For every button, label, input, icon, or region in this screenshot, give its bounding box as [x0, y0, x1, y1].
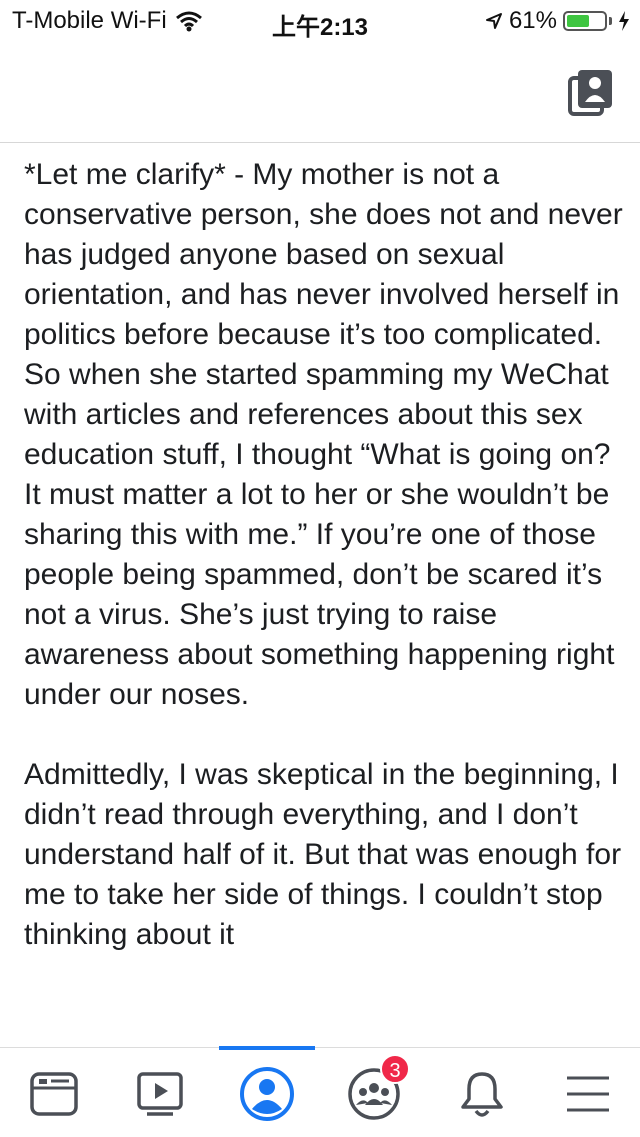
profile-card-icon: [568, 70, 612, 116]
profile-icon: [240, 1067, 294, 1121]
post-body: *Let me clarify* - My mother is not a co…: [24, 155, 624, 1045]
tab-watch[interactable]: [128, 1062, 192, 1126]
menu-icon: [567, 1076, 609, 1112]
battery-icon: [563, 11, 607, 31]
blurred-title: [270, 80, 370, 104]
battery-cap: [609, 17, 612, 25]
watch-icon: [137, 1072, 183, 1116]
top-navigation-bar: [0, 40, 640, 143]
tab-groups[interactable]: 3: [342, 1054, 410, 1126]
tab-notifications[interactable]: [450, 1062, 514, 1126]
battery-fill: [567, 15, 589, 27]
battery-percent: 61%: [508, 7, 557, 34]
post-paragraph-1: *Let me clarify* - My mother is not a co…: [24, 158, 623, 711]
tab-news-feed[interactable]: [22, 1062, 86, 1126]
status-bar: T-Mobile Wi-Fi 上午2:13 61%: [0, 0, 640, 41]
tab-menu[interactable]: [556, 1062, 620, 1126]
location-arrow-icon: [485, 13, 502, 29]
post-paragraph-2: Admittedly, I was skeptical in the begin…: [24, 758, 622, 951]
news-feed-icon: [30, 1072, 78, 1116]
tab-profile[interactable]: [235, 1062, 299, 1126]
bell-icon: [461, 1072, 503, 1117]
profile-button[interactable]: [568, 68, 616, 116]
notification-badge: 3: [380, 1054, 410, 1084]
charging-bolt-icon: [619, 11, 629, 31]
status-right: 61%: [485, 7, 630, 35]
active-tab-indicator: [219, 1046, 315, 1050]
bottom-tab-bar: 3: [0, 1046, 640, 1137]
